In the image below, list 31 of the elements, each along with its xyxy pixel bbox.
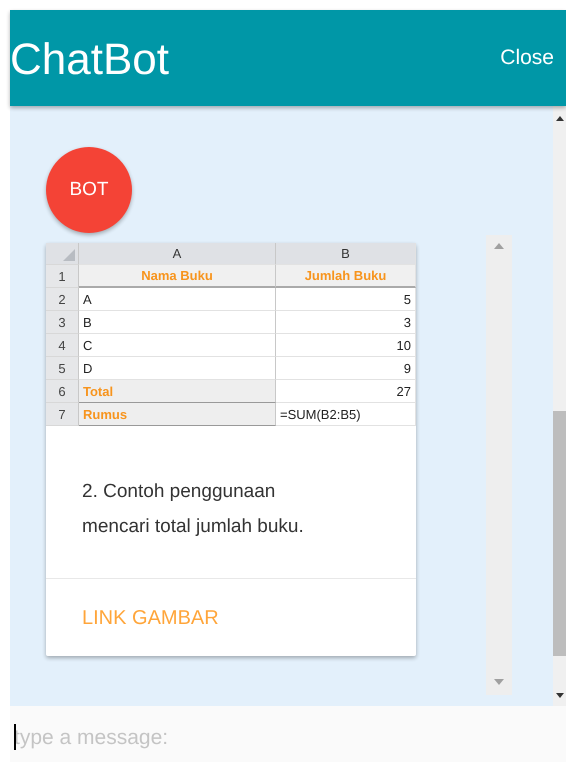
scroll-thumb[interactable]	[553, 411, 566, 656]
table-cell: Rumus	[79, 403, 276, 426]
row-number: 2	[46, 288, 79, 311]
text-cursor	[14, 724, 16, 750]
scrollbar[interactable]	[553, 106, 566, 706]
bot-avatar: BOT	[46, 147, 132, 233]
row-number: 3	[46, 311, 79, 334]
close-button[interactable]: Close	[500, 46, 554, 70]
row-number: 4	[46, 334, 79, 357]
scroll-up-icon[interactable]	[556, 116, 564, 121]
table-cell: Total	[79, 380, 276, 403]
image-link[interactable]: LINK GAMBAR	[82, 607, 219, 629]
table-cell: Nama Buku	[79, 265, 276, 288]
message-text: 2. Contoh penggunaan mencari total jumlah buku.	[46, 426, 416, 579]
row-number: 5	[46, 357, 79, 380]
app-title: ChatBot	[10, 35, 169, 85]
table-cell: 9	[276, 357, 416, 380]
table-cell: Jumlah Buku	[276, 265, 416, 288]
row-number: 1	[46, 265, 79, 288]
table-cell: A	[79, 288, 276, 311]
row-number: 7	[46, 403, 79, 426]
scroll-down-icon[interactable]	[556, 693, 564, 698]
table-cell: =SUM(B2:B5)	[276, 403, 416, 426]
table-cell: 27	[276, 380, 416, 403]
table-cell: 10	[276, 334, 416, 357]
row-number: 6	[46, 380, 79, 403]
table-cell: C	[79, 334, 276, 357]
table-cell: 3	[276, 311, 416, 334]
table-cell: B	[79, 311, 276, 334]
corner-triangle-icon	[63, 249, 75, 261]
table-cell: 5	[276, 288, 416, 311]
